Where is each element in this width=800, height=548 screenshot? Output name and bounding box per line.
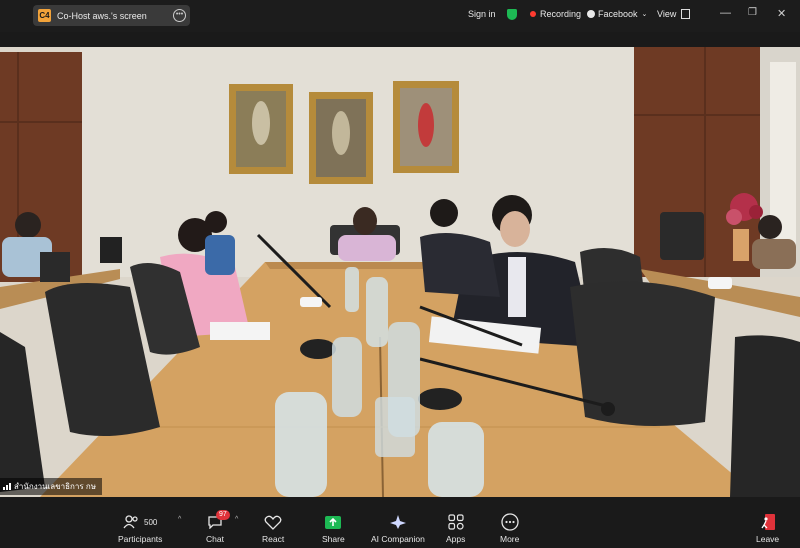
ai-companion-button[interactable]: AI Companion [371,513,425,544]
view-layout-icon [681,9,691,19]
recording-label: Recording [540,9,582,19]
speaker-name: สำนักงานเลขาธิการ กษ [14,482,97,491]
share-screen-icon [325,515,342,529]
shared-video-feed: สำนักงานเลขาธิการ กษ [0,47,800,497]
more-circle-icon [501,513,519,531]
recording-indicator[interactable]: Recording [530,9,581,19]
facebook-label: Facebook [598,9,638,19]
more-horizontal-icon[interactable]: ••• [173,9,186,22]
participants-count: 500 [144,517,158,527]
participants-icon [123,515,138,529]
view-button[interactable]: View [657,9,691,19]
view-label: View [657,9,677,19]
apps-label: Apps [446,534,466,544]
facebook-live-indicator[interactable]: Facebook ⌄ [587,9,647,19]
participants-button[interactable]: 500 ^ Participants [118,513,181,544]
share-label: Co-Host aws.'s screen [57,10,147,21]
chevron-up-icon[interactable]: ^ [235,516,238,523]
chat-button[interactable]: 97 ^ Chat [206,510,238,544]
leave-door-icon [761,514,775,530]
sign-in-link[interactable]: Sign in [468,9,496,19]
security-shield-icon[interactable] [507,9,517,20]
leave-label: Leave [756,534,780,544]
chevron-down-icon: ⌄ [641,11,648,18]
more-label: More [500,534,520,544]
heart-icon [264,515,282,530]
chevron-up-icon[interactable]: ^ [178,516,181,523]
minimize-button[interactable]: — [720,7,731,19]
screen-share-indicator[interactable]: C4 Co-Host aws.'s screen ••• [33,5,190,26]
live-icon [587,10,595,18]
speaker-name-label: สำนักงานเลขาธิการ กษ [0,478,103,495]
meeting-room-scene [0,47,800,497]
participants-label: Participants [118,534,163,544]
bottom-toolbar: 500 ^ Participants 97 ^ Chat React Share… [0,504,800,548]
chat-label: Chat [206,534,224,544]
chat-unread-badge: 97 [215,510,230,520]
share-screen-button[interactable]: Share [322,513,345,544]
top-bar: C4 Co-Host aws.'s screen ••• Sign in Rec… [0,0,800,32]
ai-companion-label: AI Companion [371,534,425,544]
leave-button[interactable]: Leave [756,513,779,544]
signal-bars-icon [3,483,11,490]
react-label: React [262,534,285,544]
restore-button[interactable]: ❐ [748,7,757,18]
apps-grid-icon [448,514,464,530]
more-button[interactable]: More [500,513,519,544]
host-badge: C4 [38,9,51,22]
apps-button[interactable]: Apps [446,513,465,544]
close-button[interactable]: ✕ [777,7,786,20]
recording-dot-icon [530,11,536,17]
react-button[interactable]: React [262,513,284,544]
share-label: Share [322,534,345,544]
sparkle-icon [389,515,406,529]
